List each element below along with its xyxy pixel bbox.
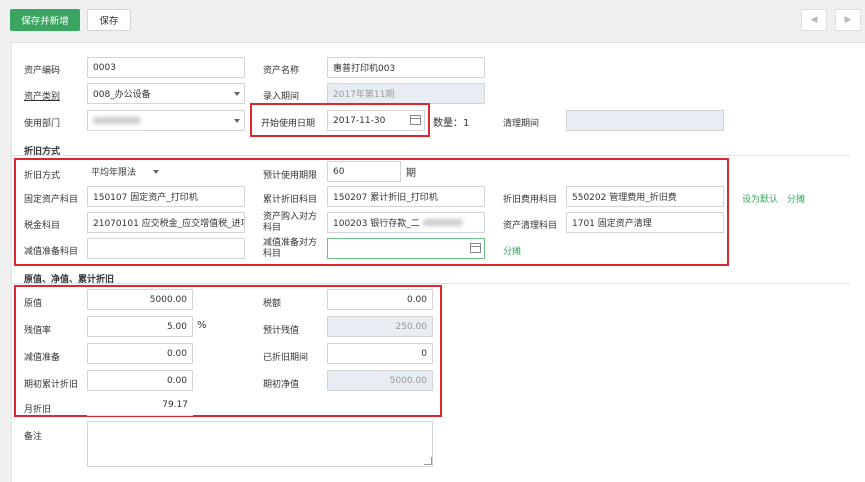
init-acc-depr-label: 期初累计折旧 — [24, 380, 79, 390]
code-input[interactable]: 0003 — [87, 57, 245, 78]
next-icon[interactable]: ▶ — [835, 9, 861, 31]
dept-value-redacted — [93, 117, 141, 124]
chevron-down-icon — [234, 119, 240, 123]
cleanup-account-label: 资产清理科目 — [503, 221, 558, 231]
name-label: 资产名称 — [263, 66, 300, 76]
impair-contra-label: 减值准备对方科目 — [263, 238, 318, 259]
divider — [12, 155, 850, 156]
allocate-link[interactable]: 分摊 — [787, 192, 805, 205]
start-date-label: 开始使用日期 — [261, 119, 316, 129]
chevron-down-icon — [234, 92, 240, 96]
tax-account-label: 税金科目 — [24, 221, 61, 231]
est-residual-input: 250.00 — [327, 316, 433, 337]
impairment-label: 减值准备 — [24, 353, 61, 363]
entry-period-label: 录入期间 — [263, 92, 300, 102]
residual-rate-label: 残值率 — [24, 326, 52, 336]
impair-contra-input[interactable] — [327, 238, 485, 259]
residual-rate-input[interactable]: 5.00 — [87, 316, 193, 337]
init-acc-depr-input[interactable]: 0.00 — [87, 370, 193, 391]
list-icon[interactable] — [470, 243, 481, 253]
purchase-contra-input[interactable]: 100203 银行存款_二 — [327, 212, 485, 233]
tax-amount-input[interactable]: 0.00 — [327, 289, 433, 310]
tax-amount-label: 税额 — [263, 299, 282, 309]
depr-periods-label: 已折旧期间 — [263, 353, 309, 363]
category-select[interactable]: 008_办公设备 — [87, 83, 245, 104]
depr-periods-input[interactable]: 0 — [327, 343, 433, 364]
set-default-link[interactable]: 设为默认 — [742, 192, 778, 205]
depr-expense-account-input[interactable]: 550202 管理费用_折旧费 — [566, 186, 724, 207]
divider — [12, 283, 850, 284]
percent-sign: % — [197, 320, 207, 331]
clear-period-label: 清理期间 — [503, 119, 540, 129]
life-unit: 期 — [406, 168, 416, 179]
depr-method-label: 折旧方式 — [24, 171, 61, 181]
acc-depr-account-input[interactable]: 150207 累计折旧_打印机 — [327, 186, 485, 207]
dept-label: 使用部门 — [24, 119, 61, 129]
monthly-depr-value: 79.17 — [87, 395, 193, 416]
init-net-input: 5000.00 — [327, 370, 433, 391]
life-label: 预计使用期限 — [263, 171, 318, 181]
notes-label: 备注 — [24, 432, 43, 442]
impair-account-label: 减值准备科目 — [24, 247, 79, 257]
depr-method-select[interactable]: 平均年限法 — [91, 161, 161, 182]
redacted — [422, 219, 463, 226]
est-residual-label: 预计残值 — [263, 326, 300, 336]
chevron-down-icon — [153, 170, 159, 174]
category-value: 008_办公设备 — [93, 90, 151, 100]
depr-method-value: 平均年限法 — [91, 168, 137, 178]
save-button[interactable]: 保存 — [87, 9, 131, 31]
allocate-link-2[interactable]: 分摊 — [503, 244, 521, 257]
purchase-contra-value: 100203 银行存款_二 — [333, 219, 420, 229]
notes-textarea[interactable] — [87, 421, 433, 467]
impairment-input[interactable]: 0.00 — [87, 343, 193, 364]
code-label: 资产编码 — [24, 66, 61, 76]
impair-account-input[interactable] — [87, 238, 245, 259]
category-label[interactable]: 资产类别 — [24, 89, 60, 102]
save-and-new-button[interactable]: 保存并新增 — [10, 9, 80, 31]
init-net-label: 期初净值 — [263, 380, 300, 390]
acc-depr-account-label: 累计折旧科目 — [263, 195, 318, 205]
clear-period-input — [566, 110, 724, 131]
fixed-asset-account-label: 固定资产科目 — [24, 195, 79, 205]
resize-handle-icon[interactable] — [424, 457, 432, 465]
purchase-contra-label: 资产购入对方科目 — [263, 212, 318, 233]
depr-expense-account-label: 折旧费用科目 — [503, 195, 558, 205]
calendar-icon[interactable] — [410, 115, 421, 125]
original-value-label: 原值 — [24, 299, 43, 309]
fixed-asset-account-input[interactable]: 150107 固定资产_打印机 — [87, 186, 245, 207]
start-date-value: 2017-11-30 — [333, 115, 386, 126]
tax-account-input[interactable]: 21070101 应交税金_应交增值税_进项 — [87, 212, 245, 233]
cleanup-account-input[interactable]: 1701 固定资产清理 — [566, 212, 724, 233]
name-input[interactable]: 惠普打印机003 — [327, 57, 485, 78]
monthly-depr-label: 月折旧 — [24, 405, 52, 415]
prev-icon[interactable]: ◀ — [801, 9, 827, 31]
original-value-input[interactable]: 5000.00 — [87, 289, 193, 310]
dept-select[interactable] — [87, 110, 245, 131]
entry-period-input: 2017年第11期 — [327, 83, 485, 104]
life-input[interactable]: 60 — [327, 161, 401, 182]
quantity-label: 数量：1 — [433, 118, 470, 129]
